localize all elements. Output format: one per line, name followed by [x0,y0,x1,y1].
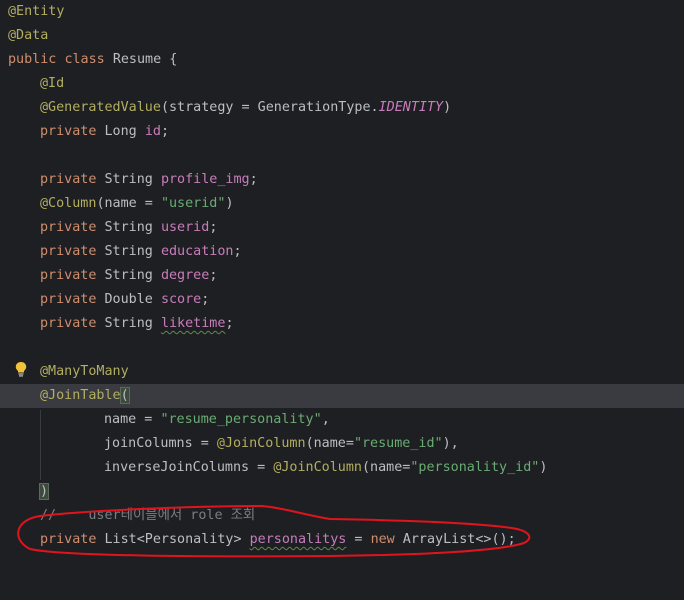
keyword-private: private [40,220,97,235]
semicolon: ; [201,292,210,307]
code-text: (strategy = GenerationType. [160,100,379,115]
keyword-private: private [40,172,97,187]
code-text: ) [539,460,548,475]
keyword-private: private [40,532,97,547]
annotation-jointable: @JoinTable [40,388,121,403]
type-name: Long [104,124,137,139]
semicolon: ; [160,124,169,139]
code-line-22[interactable]: // user테이블에서 role 조회 [0,504,684,528]
string-literal: "personality_id" [410,460,540,475]
annotation-column: @Column [40,196,97,211]
field-name: id [144,124,161,139]
type-name: String [104,220,153,235]
annotation-manytomany: @ManyToMany [40,364,129,379]
code-line-20[interactable]: inverseJoinColumns = @JoinColumn(name="p… [0,456,684,480]
annotation-id: @Id [40,76,65,91]
semicolon: ; [225,316,234,331]
field-name: liketime [160,316,226,331]
annotation-entity: @Entity [8,4,65,19]
string-literal: "resume_personality" [160,412,322,427]
type-name: String [104,316,153,331]
code-text: ArrayList<>(); [394,532,516,547]
type-name: String [104,268,153,283]
code-line-21[interactable]: ) [0,480,684,504]
code-line-23[interactable]: private List<Personality> personalitys =… [0,528,684,552]
matched-paren: ) [38,483,50,500]
field-name: userid [160,220,210,235]
code-line-10[interactable]: private String userid; [0,216,684,240]
type-name: List<Personality> [104,532,242,547]
field-name: score [160,292,202,307]
annotation-data: @Data [8,28,49,43]
keyword-private: private [40,124,97,139]
code-line-11[interactable]: private String education; [0,240,684,264]
string-literal: "userid" [160,196,226,211]
keyword-private: private [40,268,97,283]
code-line-14[interactable]: private String liketime; [0,312,684,336]
code-line-6[interactable]: private Long id; [0,120,684,144]
code-line-16[interactable]: @ManyToMany [0,360,684,384]
class-name: Resume [112,52,162,67]
keyword-private: private [40,244,97,259]
code-text: ) [225,196,234,211]
code-text: (name= [362,460,411,475]
enum-identity: IDENTITY [378,100,444,115]
type-name: Double [104,292,153,307]
code-line-18[interactable]: name = "resume_personality", [0,408,684,432]
code-line-5[interactable]: @GeneratedValue(strategy = GenerationTyp… [0,96,684,120]
type-name: String [104,172,153,187]
keyword-private: private [40,316,97,331]
code-line-13[interactable]: private Double score; [0,288,684,312]
code-text: (name= [305,436,354,451]
string-literal: "resume_id" [353,436,443,451]
code-line-2[interactable]: @Data [0,24,684,48]
keyword-class: class [64,52,105,67]
code-line-1[interactable]: @Entity [0,0,684,24]
keyword-private: private [40,292,97,307]
code-comment: // user테이블에서 role 조회 [40,508,256,523]
field-name: degree [160,268,210,283]
attribute-name: name = [104,412,161,427]
comma: , [321,412,330,427]
semicolon: ; [233,244,242,259]
code-text: (name = [96,196,161,211]
attribute-name: joinColumns = [104,436,217,451]
attribute-name: inverseJoinColumns = [104,460,274,475]
semicolon: ; [209,268,218,283]
annotation-joincolumn: @JoinColumn [216,436,306,451]
keyword-public: public [8,52,57,67]
annotation-joincolumn: @JoinColumn [273,460,362,475]
code-line-19[interactable]: joinColumns = @JoinColumn(name="resume_i… [0,432,684,456]
semicolon: ; [209,220,218,235]
matched-paren: ( [119,387,130,404]
open-brace: { [169,52,178,67]
code-line-3[interactable]: public class Resume { [0,48,684,72]
code-text: = [346,532,371,547]
field-name: education [160,244,234,259]
field-name: personalitys [249,532,347,547]
keyword-new: new [370,532,395,547]
code-line-9[interactable]: @Column(name = "userid") [0,192,684,216]
field-name: profile_img [160,172,250,187]
code-text: ), [442,436,459,451]
code-line-8[interactable]: private String profile_img; [0,168,684,192]
code-line-12[interactable]: private String degree; [0,264,684,288]
code-editor[interactable]: @Entity @Data public class Resume { @Id … [0,0,684,558]
code-line-4[interactable]: @Id [0,72,684,96]
code-text: ) [443,100,452,115]
annotation-generatedvalue: @GeneratedValue [40,100,161,115]
semicolon: ; [249,172,258,187]
type-name: String [104,244,153,259]
code-line-17[interactable]: @JoinTable( [0,384,684,408]
